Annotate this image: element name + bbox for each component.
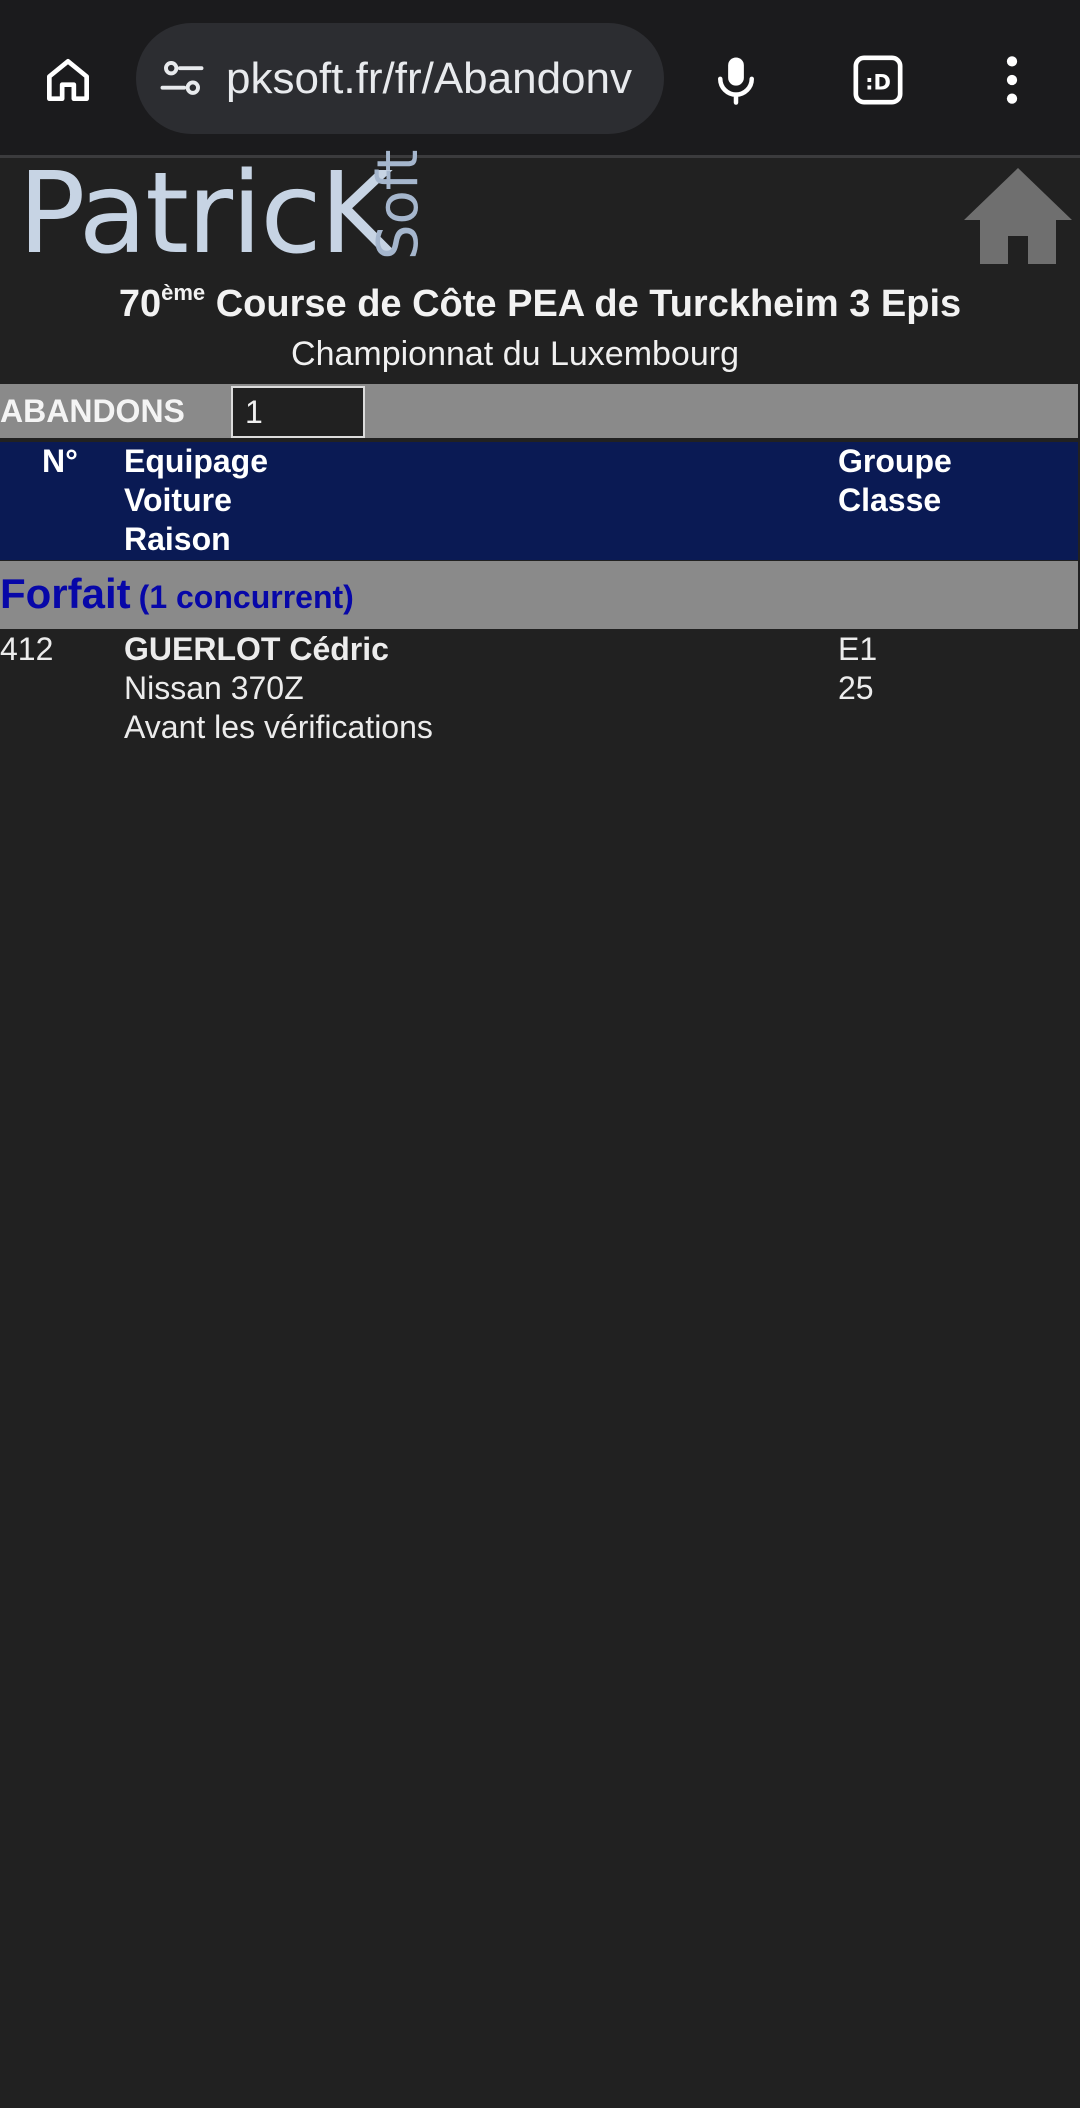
browser-toolbar: pksoft.fr/fr/Abandonv :D [0,0,1080,158]
column-header-classe: Classe [838,482,942,518]
column-header-group: Groupe Classe [838,442,952,520]
abandons-bar: ABANDONS 1 [0,384,1078,438]
results-table-header: N° Equipage Voiture Raison Groupe Classe [0,442,1078,560]
entry-team-cell: GUERLOT Cédric Nissan 370Z Avant les vér… [124,630,433,747]
section-count: (1 concurrent) [138,579,354,615]
entry-group-cell: E1 25 [838,630,877,708]
microphone-icon [718,57,754,105]
tab-switcher-icon: :D [853,55,903,105]
column-header-team: Equipage Voiture Raison [124,442,268,559]
column-header-raison: Raison [124,521,231,557]
championship-subtitle: Championnat du Luxembourg [291,335,739,373]
address-bar[interactable]: pksoft.fr/fr/Abandonv [136,23,664,134]
abandons-label: ABANDONS [0,393,185,429]
entry-reason: Avant les vérifications [124,709,433,745]
column-header-equipage: Equipage [124,443,269,479]
tab-switcher-button[interactable]: :D [838,40,918,120]
more-vert-icon [1006,56,1018,104]
event-number: 70 [118,283,162,325]
column-header-number: N° [42,443,78,479]
column-header-groupe: Groupe [838,443,952,479]
entry-group: E1 [838,631,878,667]
event-title-text: Course de Côte PEA de Turckheim 3 Epis [205,283,962,325]
table-row: 412 GUERLOT Cédric Nissan 370Z Avant les… [0,630,1078,750]
event-title: 70ème Course de Côte PEA de Turckheim 3 … [0,276,1080,332]
voice-search-button[interactable] [696,40,776,120]
home-icon [47,59,89,101]
entry-car: Nissan 370Z [124,670,304,706]
entry-number: 412 [0,631,54,667]
logo-sub-text: Soft [366,149,432,261]
event-ordinal-suffix: ème [161,280,206,305]
entry-driver: GUERLOT Cédric [124,631,389,667]
tab-switcher-label: :D [865,70,891,94]
house-icon [964,168,1072,264]
patricksoft-logo[interactable]: PatricK Soft [18,149,447,279]
browser-menu-button[interactable] [972,40,1052,120]
abandons-count-field: 1 [231,386,365,438]
url-text[interactable]: pksoft.fr/fr/Abandonv [226,23,646,134]
section-header-forfait: Forfait (1 concurrent) [0,561,1078,629]
logo-main-text: PatricK [18,149,393,279]
entry-class: 25 [838,670,874,706]
section-title-text: Forfait [0,570,131,617]
tune-icon[interactable] [156,53,208,105]
section-title: Forfait (1 concurrent) [0,569,354,622]
browser-home-button[interactable] [28,40,108,120]
column-header-voiture: Voiture [124,482,232,518]
site-home-button[interactable] [960,166,1076,266]
